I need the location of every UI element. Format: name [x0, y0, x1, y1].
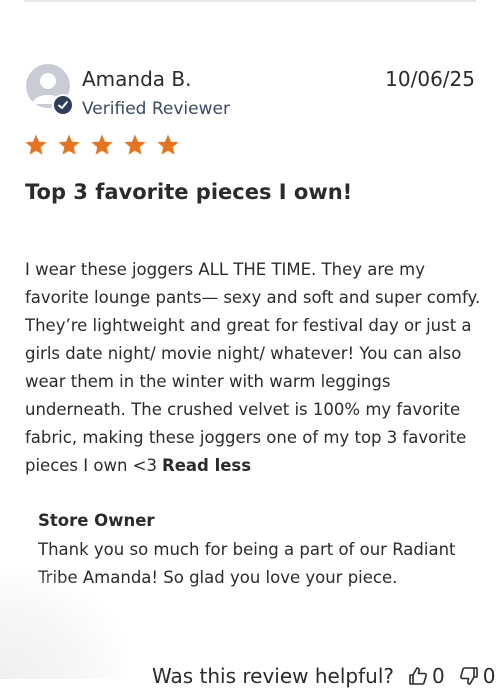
reviewer-name: Amanda B. — [82, 67, 192, 91]
read-less-link[interactable]: Read less — [162, 456, 251, 475]
downvote-button[interactable]: 0 — [459, 664, 496, 688]
upvote-button[interactable]: 0 — [408, 664, 445, 688]
review-body-text: I wear these joggers ALL THE TIME. They … — [25, 260, 481, 475]
top-divider — [24, 0, 476, 2]
corner-shade — [0, 569, 130, 679]
review-body: I wear these joggers ALL THE TIME. They … — [25, 256, 481, 480]
helpful-question: Was this review helpful? — [152, 664, 395, 688]
helpful-bar: Was this review helpful? 0 0 — [152, 664, 495, 688]
upvote-count: 0 — [432, 664, 445, 688]
store-owner-label: Store Owner — [38, 511, 155, 530]
thumbs-up-icon — [409, 667, 427, 685]
star-icon — [157, 134, 179, 155]
verified-check-icon — [58, 101, 68, 109]
thumbs-down-icon — [459, 667, 478, 685]
star-icon — [124, 134, 146, 155]
verified-badge — [52, 94, 74, 116]
verified-reviewer-label: Verified Reviewer — [82, 99, 230, 119]
review-title: Top 3 favorite pieces I own! — [25, 180, 353, 204]
star-icon — [25, 134, 47, 155]
star-rating — [24, 133, 180, 157]
star-icon — [58, 134, 80, 155]
downvote-count: 0 — [482, 664, 496, 688]
review-date: 10/06/25 — [385, 67, 475, 91]
star-icon — [91, 134, 113, 155]
